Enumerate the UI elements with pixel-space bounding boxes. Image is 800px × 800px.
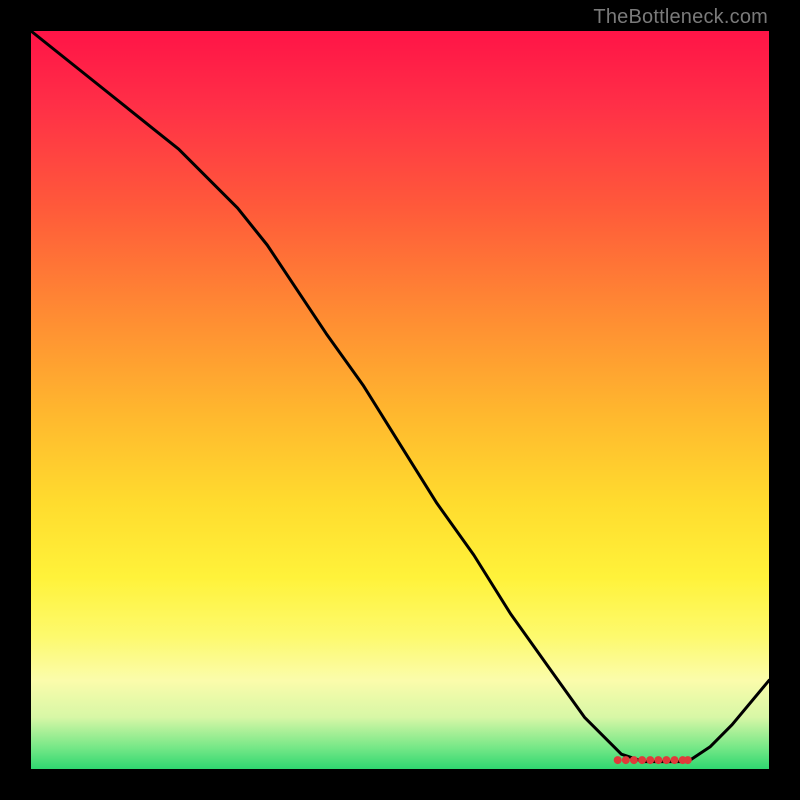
marker-dot xyxy=(684,756,692,764)
credit-text: TheBottleneck.com xyxy=(593,6,768,29)
markers-svg xyxy=(31,31,769,769)
plot-area xyxy=(31,31,769,769)
marker-dot xyxy=(671,756,679,764)
marker-dot xyxy=(662,756,670,764)
chart-frame: TheBottleneck.com xyxy=(0,0,800,800)
marker-dot xyxy=(638,756,646,764)
marker-dot xyxy=(646,756,654,764)
marker-group xyxy=(614,756,692,764)
marker-dot xyxy=(614,756,622,764)
marker-dot xyxy=(622,756,630,764)
curve-svg xyxy=(31,31,769,769)
marker-dot xyxy=(679,756,687,764)
marker-dot xyxy=(630,756,638,764)
curve-path xyxy=(31,31,769,762)
marker-dot xyxy=(654,756,662,764)
